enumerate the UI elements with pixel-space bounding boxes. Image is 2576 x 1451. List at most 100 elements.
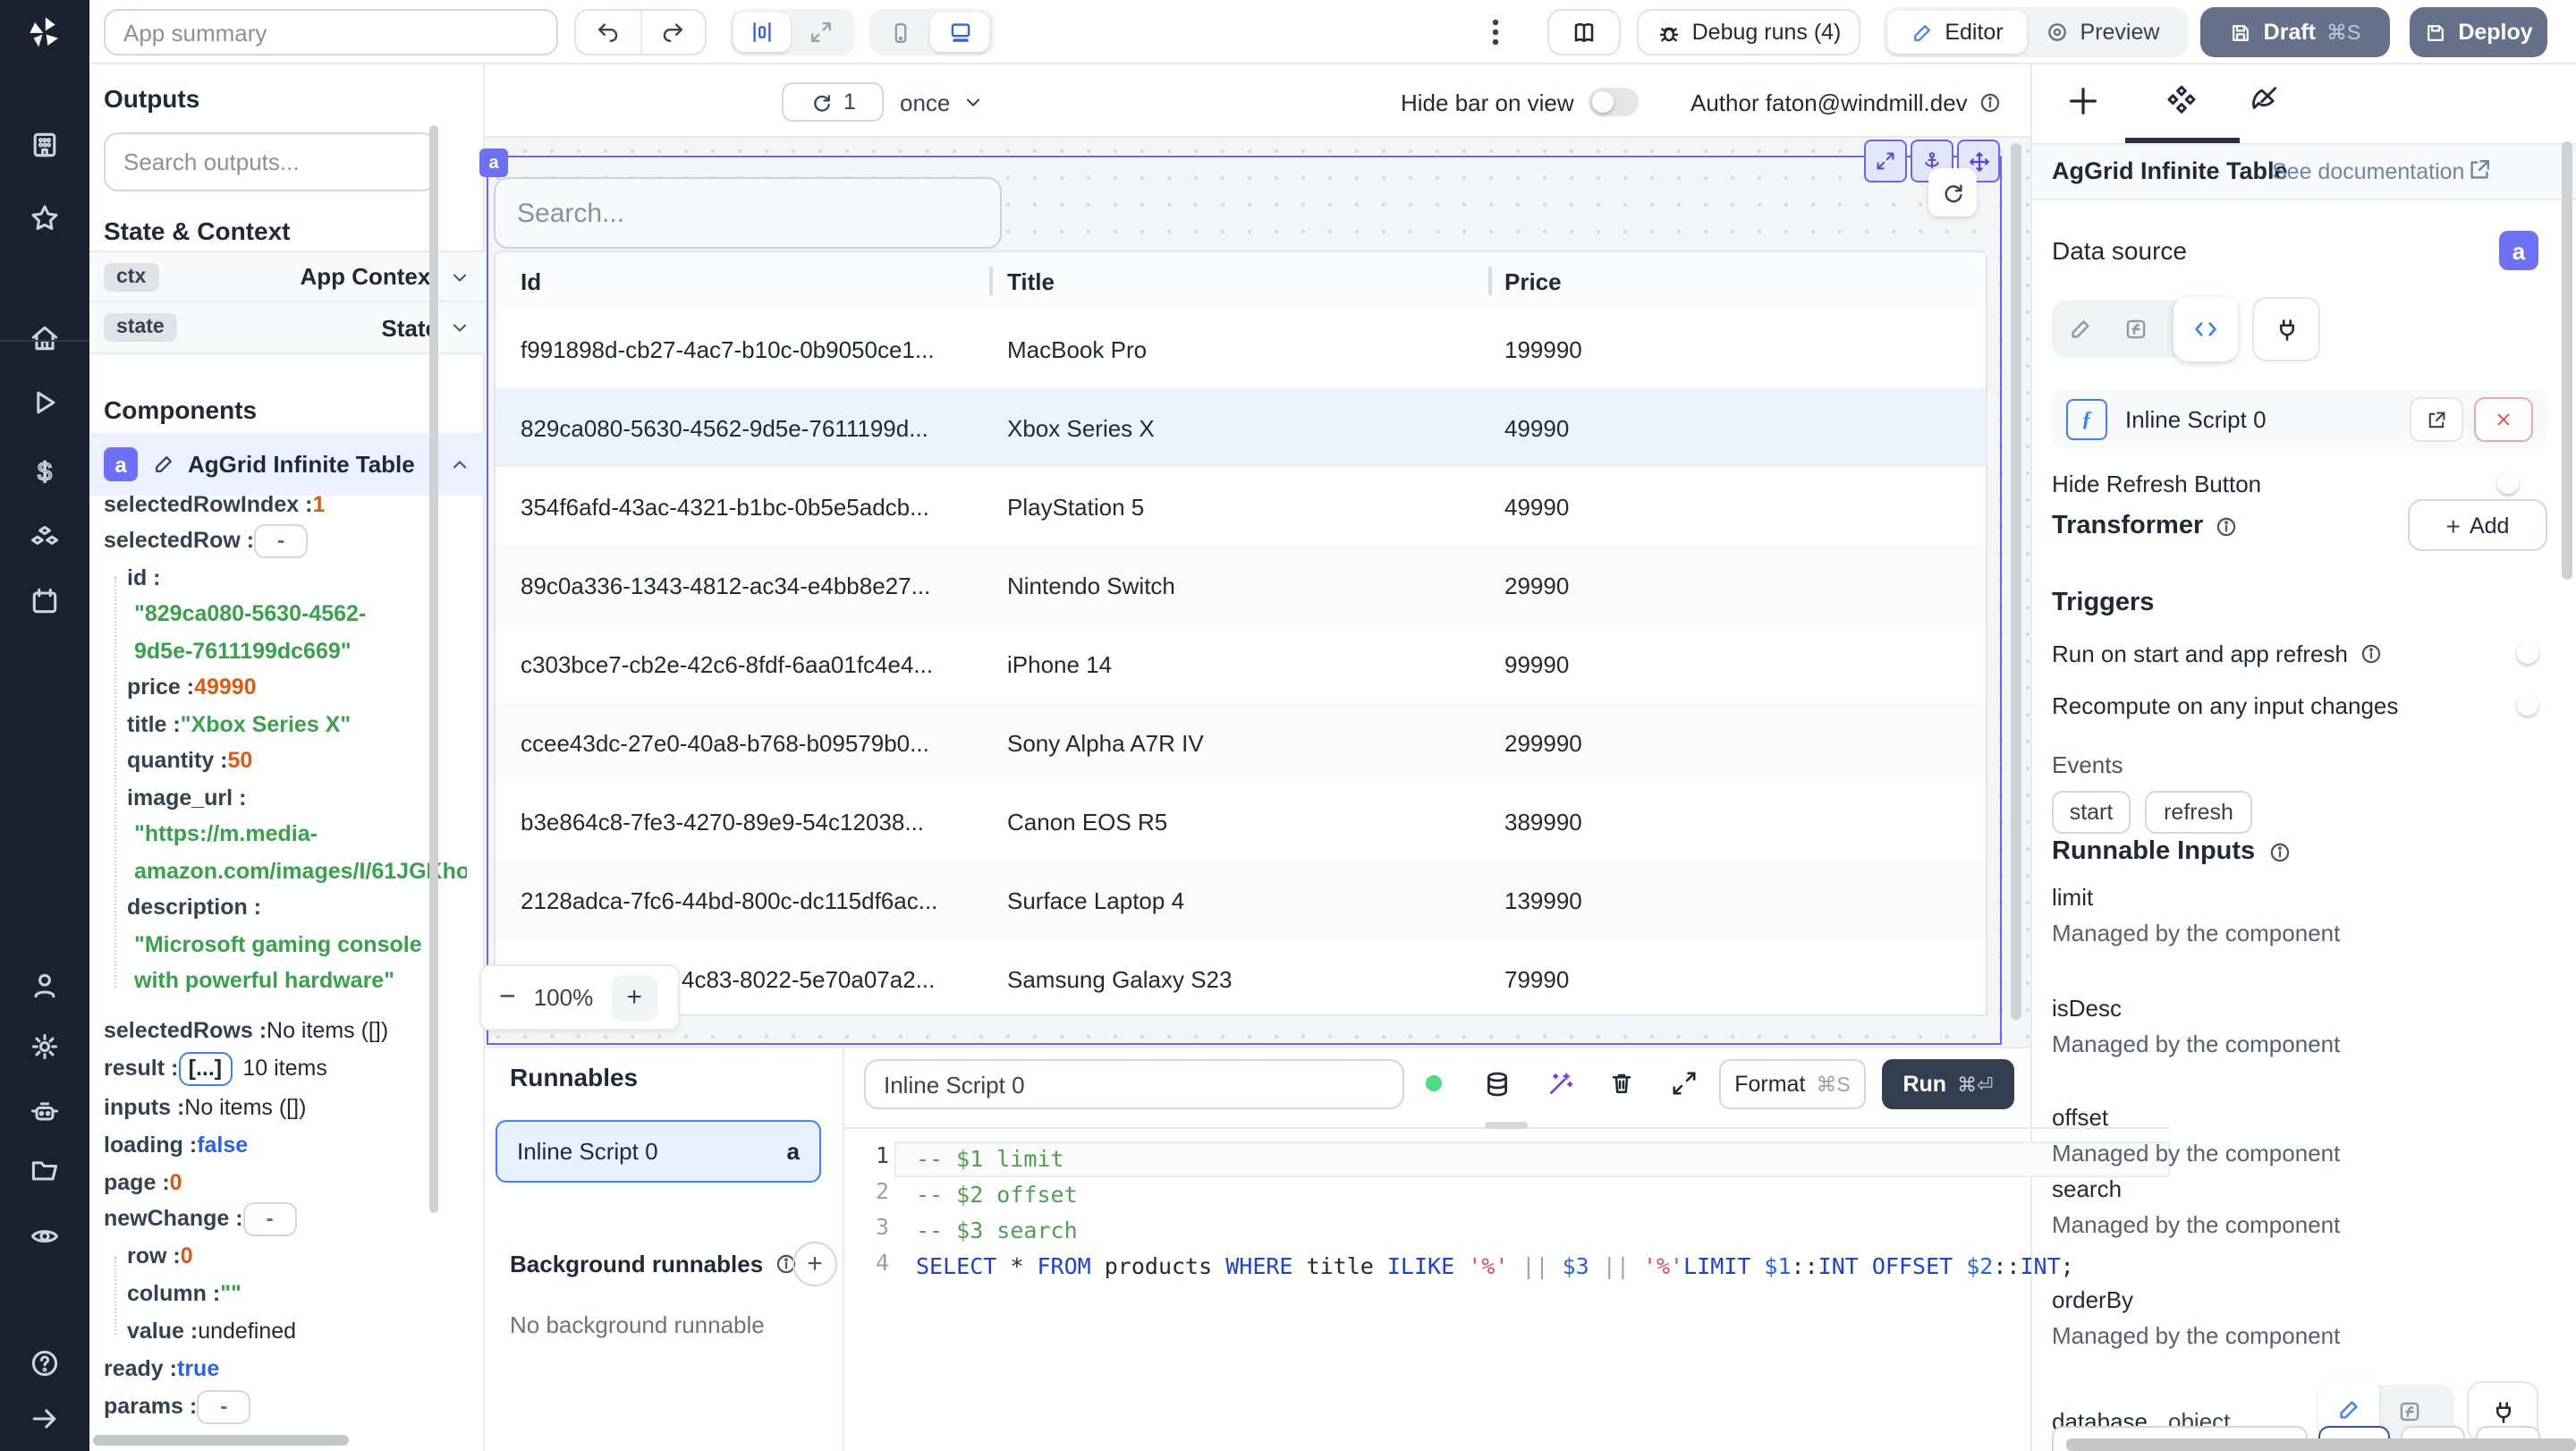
panel-scrollbar[interactable] xyxy=(2562,141,2572,580)
redo-button[interactable] xyxy=(641,11,705,54)
schedules-icon[interactable] xyxy=(29,585,61,617)
open-script-button[interactable] xyxy=(2410,397,2463,442)
connect-mode-button[interactable] xyxy=(2252,297,2320,361)
ai-wand-icon[interactable] xyxy=(1546,1070,1574,1099)
workspace-icon[interactable] xyxy=(29,129,61,161)
undo-button[interactable] xyxy=(576,11,641,54)
collapse-chip[interactable]: - xyxy=(242,1201,297,1235)
format-button[interactable]: Format ⌘S xyxy=(1719,1059,1866,1109)
resources-icon[interactable] xyxy=(29,522,61,555)
hide-bar-toggle[interactable] xyxy=(1588,88,1639,116)
collapse-chip[interactable]: - xyxy=(197,1389,251,1423)
home-icon[interactable] xyxy=(29,322,61,354)
sql-statement[interactable]: SELECT * FROM products WHERE title ILIKE… xyxy=(916,1249,2074,1285)
sql-token: $1 xyxy=(1750,1252,1792,1279)
col-divider[interactable] xyxy=(1488,267,1492,295)
sql-comment[interactable]: -- $2 offset xyxy=(916,1177,1078,1213)
run-button[interactable]: Run ⌘⏎ xyxy=(1882,1059,2014,1109)
info-icon[interactable] xyxy=(2359,642,2382,666)
col-header-price[interactable]: Price xyxy=(1504,252,1562,310)
runs-icon[interactable] xyxy=(29,386,61,419)
expand-editor-icon[interactable] xyxy=(1671,1070,1698,1097)
col-header-title[interactable]: Title xyxy=(1007,252,1055,310)
col-header-id[interactable]: Id xyxy=(521,252,541,310)
expand-result-chip[interactable]: [...] xyxy=(178,1051,233,1085)
table-row-selected[interactable]: 829ca080-5630-4562-9d5e-7611199d... Xbox … xyxy=(496,388,1986,469)
sql-comment[interactable]: -- $1 limit xyxy=(916,1141,1064,1177)
info-icon[interactable] xyxy=(2267,840,2291,863)
event-refresh-chip[interactable]: refresh xyxy=(2145,791,2252,834)
chevron-up-icon[interactable] xyxy=(449,454,470,475)
event-start-chip[interactable]: start xyxy=(2052,791,2131,834)
schedule-dropdown[interactable]: once xyxy=(900,82,984,122)
canvas-scrollbar[interactable] xyxy=(2011,143,2021,1020)
app-refresh-button[interactable]: 1 xyxy=(782,82,884,122)
search-outputs-input[interactable] xyxy=(104,132,436,191)
tab-editor[interactable]: Editor xyxy=(1887,11,2027,54)
collapse-chip[interactable]: - xyxy=(254,523,309,557)
draft-button[interactable]: Draft ⌘S xyxy=(2200,7,2390,57)
col-divider[interactable] xyxy=(989,267,993,295)
table-row[interactable]: f991898d-cb27-4ac7-b10c-0b9050ce1... MacB… xyxy=(496,310,1986,390)
remove-script-button[interactable] xyxy=(2474,397,2533,442)
resize-handle[interactable] xyxy=(1485,1122,1528,1129)
info-icon[interactable] xyxy=(1979,90,2002,114)
audit-logs-icon[interactable] xyxy=(29,1220,61,1252)
add-background-runnable-button[interactable]: + xyxy=(792,1242,837,1286)
table-row[interactable]: 2128adca-7fc6-44bd-800c-dc115df6ac... Sur… xyxy=(496,861,1986,941)
table-row[interactable]: c303bce7-cb2e-42c6-8fdf-6aa01fc4e4... iPh… xyxy=(496,624,1986,705)
settings-icon[interactable] xyxy=(29,1031,61,1063)
inline-script-row[interactable]: ƒ Inline Script 0 xyxy=(2052,390,2547,449)
edit-pencil-icon[interactable] xyxy=(152,453,175,476)
table-row[interactable]: 89c0a336-1343-4812-ac34-e4bb8e27... Ninte… xyxy=(496,546,1986,626)
outputs-hscrollbar[interactable] xyxy=(93,1435,349,1446)
template-mode-button[interactable] xyxy=(2109,317,2163,342)
code-mode-button-active[interactable] xyxy=(2174,297,2238,361)
script-name-input[interactable] xyxy=(864,1059,1404,1109)
add-transformer-button[interactable]: + Add xyxy=(2408,499,2547,551)
add-component-tab[interactable] xyxy=(2066,84,2100,118)
static-mode-button[interactable] xyxy=(2052,317,2109,342)
app-summary-input[interactable] xyxy=(104,9,558,55)
users-icon[interactable] xyxy=(29,970,61,1002)
folders-icon[interactable] xyxy=(29,1154,61,1186)
more-menu-button[interactable] xyxy=(1485,14,1506,50)
tab-preview[interactable]: Preview xyxy=(2027,11,2177,54)
runnable-item[interactable]: Inline Script 0 a xyxy=(496,1120,821,1183)
help-icon[interactable] xyxy=(29,1347,61,1379)
table-row[interactable]: 354f6afd-43ac-4321-b1bc-0b5e5adcb... Play… xyxy=(496,467,1986,547)
variables-icon[interactable]: $ xyxy=(29,456,61,488)
sql-comment[interactable]: -- $3 search xyxy=(916,1213,1078,1249)
state-row[interactable]: state State xyxy=(89,302,485,354)
styling-tab[interactable] xyxy=(2247,82,2283,118)
info-icon[interactable] xyxy=(2214,514,2237,538)
ctx-row[interactable]: ctx App Context xyxy=(89,250,485,302)
docs-book-button[interactable] xyxy=(1547,9,1621,55)
database-template-button[interactable] xyxy=(2379,1399,2440,1424)
table-row[interactable]: b3e864c8-7fe3-4270-89e9-54c12038... Canon… xyxy=(496,782,1986,862)
outputs-scrollbar[interactable] xyxy=(429,125,438,1213)
table-search-input[interactable] xyxy=(494,177,1002,249)
table-row[interactable]: 4c83-8022-5e70a07a2... Samsung Galaxy S23… xyxy=(496,939,1986,1014)
database-icon[interactable] xyxy=(1483,1070,1512,1099)
deploy-button[interactable]: Deploy xyxy=(2410,7,2547,57)
component-settings-tab[interactable] xyxy=(2163,82,2200,120)
external-link-icon[interactable] xyxy=(2467,157,2492,182)
delete-script-icon[interactable] xyxy=(1608,1070,1635,1097)
panel-hscrollbar[interactable] xyxy=(2066,1438,2576,1451)
zoom-out-button[interactable]: − xyxy=(499,981,516,1014)
table-refresh-button[interactable] xyxy=(1928,168,1977,216)
collapse-sidebar-icon[interactable] xyxy=(29,1403,61,1435)
windmill-logo[interactable] xyxy=(0,0,89,64)
zoom-in-button[interactable]: + xyxy=(611,974,658,1021)
fullwidth-layout-button[interactable] xyxy=(794,13,848,52)
favorites-icon[interactable] xyxy=(29,202,61,234)
workers-icon[interactable] xyxy=(29,1095,61,1127)
center-layout-button[interactable] xyxy=(733,13,791,52)
component-expand-button[interactable] xyxy=(1864,140,1907,182)
desktop-view-button[interactable] xyxy=(930,13,989,52)
see-documentation-link[interactable]: See documentation xyxy=(2272,159,2464,184)
mobile-view-button[interactable] xyxy=(873,13,927,52)
table-row[interactable]: ccee43dc-27e0-40a8-b768-b09579b0... Sony … xyxy=(496,703,1986,784)
debug-runs-button[interactable]: Debug runs (4) xyxy=(1637,9,1860,55)
